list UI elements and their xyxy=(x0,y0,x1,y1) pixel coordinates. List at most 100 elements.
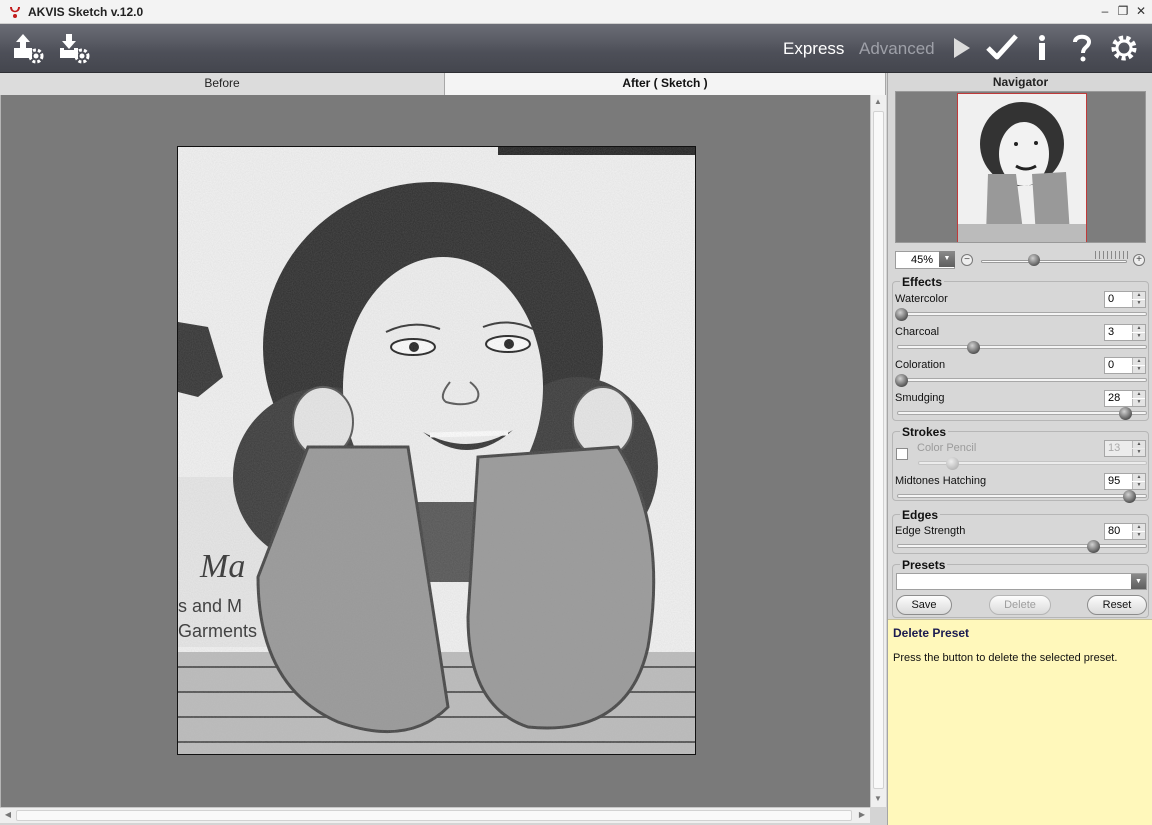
midtones-hatching-label: Midtones Hatching xyxy=(895,475,987,487)
decrement-icon[interactable]: ▼ xyxy=(1132,449,1145,456)
smudging-slider-knob[interactable] xyxy=(1119,407,1132,420)
view-tabs: Before After ( Sketch ) xyxy=(0,73,886,95)
effects-group: Effects Watercolor 0 ▲ ▼ Charcoal 3 ▲ ▼ Co… xyxy=(892,275,1149,421)
tab-before[interactable]: Before xyxy=(0,73,445,95)
color-pencil-checkbox[interactable] xyxy=(896,448,908,460)
scroll-left-icon[interactable]: ◀ xyxy=(1,810,15,819)
run-icon[interactable] xyxy=(944,30,980,66)
increment-icon[interactable]: ▲ xyxy=(1132,391,1145,398)
scroll-up-icon[interactable]: ▲ xyxy=(871,97,885,106)
advanced-mode-button[interactable]: Advanced xyxy=(859,39,935,59)
hint-panel: Delete Preset Press the button to delete… xyxy=(888,619,1152,825)
midtones-hatching-slider-knob[interactable] xyxy=(1123,490,1136,503)
coloration-label: Coloration xyxy=(895,359,946,371)
coloration-slider[interactable] xyxy=(897,378,1147,382)
vertical-scroll-thumb[interactable] xyxy=(873,111,884,789)
zoom-slider[interactable] xyxy=(981,260,1127,263)
coloration-value: 0 xyxy=(1108,359,1115,371)
akvis-logo-icon xyxy=(10,7,20,18)
color-pencil-label: Color Pencil xyxy=(917,442,977,454)
coloration-spinbox[interactable]: 0 ▲ ▼ xyxy=(1104,357,1146,374)
help-icon[interactable] xyxy=(1064,30,1100,66)
color-pencil-slider-knob[interactable] xyxy=(946,457,959,470)
charcoal-spinbox[interactable]: 3 ▲ ▼ xyxy=(1104,324,1146,341)
edge-strength-spinbox[interactable]: 80 ▲ ▼ xyxy=(1104,523,1146,540)
tab-after-sketch[interactable]: After ( Sketch ) xyxy=(445,73,886,95)
increment-icon[interactable]: ▲ xyxy=(1132,358,1145,365)
scroll-down-icon[interactable]: ▼ xyxy=(871,794,885,803)
midtones-hatching-slider[interactable] xyxy=(897,494,1147,498)
decrement-icon[interactable]: ▼ xyxy=(1132,399,1145,406)
delete-preset-button[interactable]: Delete xyxy=(989,595,1051,615)
info-icon[interactable] xyxy=(1024,30,1060,66)
watercolor-slider[interactable] xyxy=(897,312,1147,316)
express-mode-button[interactable]: Express xyxy=(783,39,844,59)
apply-icon[interactable] xyxy=(984,30,1020,66)
scroll-right-icon[interactable]: ▶ xyxy=(855,810,869,819)
settings-icon[interactable] xyxy=(1106,30,1142,66)
increment-icon[interactable]: ▲ xyxy=(1132,474,1145,481)
horizontal-scroll-thumb[interactable] xyxy=(16,810,852,821)
effects-title: Effects xyxy=(900,275,945,289)
charcoal-slider[interactable] xyxy=(897,345,1147,349)
edge-strength-slider[interactable] xyxy=(897,544,1147,548)
presets-title: Presets xyxy=(900,558,948,572)
watercolor-spinbox[interactable]: 0 ▲ ▼ xyxy=(1104,291,1146,308)
charcoal-value: 3 xyxy=(1108,326,1115,338)
charcoal-slider-knob[interactable] xyxy=(967,341,980,354)
midtones-hatching-spinbox[interactable]: 95 ▲ ▼ xyxy=(1104,473,1146,490)
navigator-preview[interactable] xyxy=(895,91,1146,243)
close-icon[interactable]: ✕ xyxy=(1133,3,1149,19)
zoom-scale-ticks xyxy=(1095,251,1129,259)
color-pencil-spinbox[interactable]: 13 ▲ ▼ xyxy=(1104,440,1146,457)
smudging-value: 28 xyxy=(1108,392,1121,404)
zoom-out-icon[interactable]: − xyxy=(961,254,973,266)
navigator-thumbnail-image xyxy=(958,94,1086,242)
presets-group: Presets ▼ Save Delete Reset xyxy=(892,558,1149,618)
hint-body: Press the button to delete the selected … xyxy=(893,652,1118,664)
horizontal-scrollbar[interactable]: ◀ ▶ xyxy=(0,807,870,823)
watercolor-label: Watercolor xyxy=(895,293,948,305)
image-canvas[interactable]: Ma s and M Garments xyxy=(0,95,870,807)
decrement-icon[interactable]: ▼ xyxy=(1132,333,1145,340)
reset-preset-button[interactable]: Reset xyxy=(1087,595,1147,615)
smudging-spinbox[interactable]: 28 ▲ ▼ xyxy=(1104,390,1146,407)
increment-icon[interactable]: ▲ xyxy=(1132,292,1145,299)
zoom-slider-knob[interactable] xyxy=(1028,254,1040,266)
zoom-controls: 45% ▼ − + xyxy=(895,251,1147,269)
save-image-icon[interactable] xyxy=(56,30,92,66)
decrement-icon[interactable]: ▼ xyxy=(1132,300,1145,307)
increment-icon[interactable]: ▲ xyxy=(1132,325,1145,332)
smudging-slider[interactable] xyxy=(897,411,1147,415)
edge-strength-label: Edge Strength xyxy=(895,525,966,537)
edge-strength-slider-knob[interactable] xyxy=(1087,540,1100,553)
presets-dropdown[interactable]: ▼ xyxy=(896,573,1147,590)
chevron-down-icon[interactable]: ▼ xyxy=(1131,574,1146,589)
increment-icon[interactable]: ▲ xyxy=(1132,441,1145,448)
vertical-scrollbar[interactable]: ▲ ▼ xyxy=(870,95,886,807)
watercolor-value: 0 xyxy=(1108,293,1115,305)
zoom-dropdown-icon[interactable]: ▼ xyxy=(939,251,955,267)
hint-title: Delete Preset xyxy=(893,626,970,640)
edges-group: Edges Edge Strength 80 ▲ ▼ xyxy=(892,508,1149,554)
zoom-in-icon[interactable]: + xyxy=(1133,254,1145,266)
save-preset-button[interactable]: Save xyxy=(896,595,952,615)
navigator-title: Navigator xyxy=(992,75,1049,89)
minimize-icon[interactable]: ‒ xyxy=(1097,3,1113,19)
window-title: AKVIS Sketch v.12.0 xyxy=(28,5,144,19)
edge-strength-value: 80 xyxy=(1108,525,1121,537)
open-image-icon[interactable] xyxy=(10,30,46,66)
decrement-icon[interactable]: ▼ xyxy=(1132,532,1145,539)
restore-icon[interactable]: ❐ xyxy=(1115,3,1131,19)
increment-icon[interactable]: ▲ xyxy=(1132,524,1145,531)
decrement-icon[interactable]: ▼ xyxy=(1132,482,1145,489)
smudging-label: Smudging xyxy=(895,392,945,404)
title-bar: AKVIS Sketch v.12.0 ‒ ❐ ✕ xyxy=(0,0,1152,24)
decrement-icon[interactable]: ▼ xyxy=(1132,366,1145,373)
main-toolbar: Express Advanced xyxy=(0,24,1152,73)
watercolor-slider-knob[interactable] xyxy=(895,308,908,321)
sketch-result-image: Ma s and M Garments xyxy=(177,146,696,755)
coloration-slider-knob[interactable] xyxy=(895,374,908,387)
navigator-viewport-frame[interactable] xyxy=(957,93,1087,242)
settings-panel: Navigator 45% ▼ − + Effects Watercolor 0… xyxy=(887,73,1152,825)
